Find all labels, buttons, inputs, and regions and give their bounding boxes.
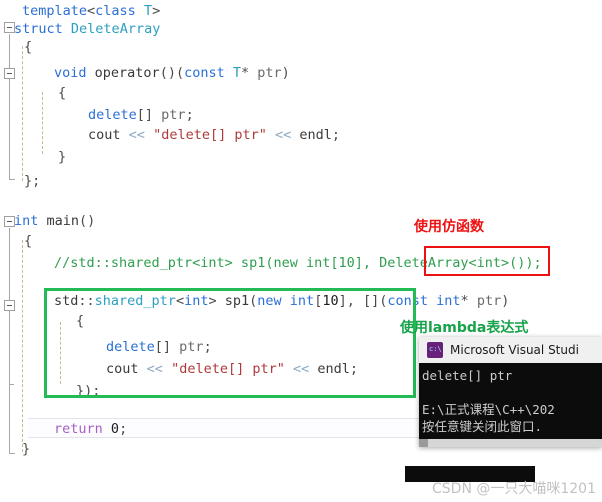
code-line-12: { (24, 233, 33, 249)
token-cout: cout (88, 127, 121, 143)
code-line-22: } (22, 441, 31, 457)
annotation-functor-label: 使用仿函数 (414, 219, 484, 235)
fold-bracket-operator (9, 80, 10, 156)
code-line-21: return 0; (54, 421, 128, 437)
fold-bracket-lambda (9, 312, 10, 384)
console-window[interactable]: Microsoft Visual Studi delete[] ptr E:\正… (419, 337, 602, 447)
token-T: T (143, 3, 153, 19)
token-ptr-3: ptr (476, 293, 502, 309)
fold-toggle-lambda[interactable] (4, 300, 15, 311)
code-line-4: void operator()(const T* ptr) (54, 65, 290, 81)
console-title-label: Microsoft Visual Studi (450, 343, 579, 357)
functor-highlight-box (424, 246, 550, 276)
console-line-1: delete[] ptr (422, 368, 513, 383)
annotation-lambda-label: 使用lambda表达式 (400, 320, 529, 336)
code-line-1: template<class T> (22, 3, 161, 19)
token-int-3: int (436, 293, 461, 309)
token-delete: delete (88, 107, 137, 123)
code-line-2: struct DeleteArray (14, 22, 160, 37)
token-zero: 0 (110, 421, 120, 437)
token-template: template (22, 3, 88, 19)
token-void: void (54, 65, 87, 81)
fold-toggle-operator[interactable] (4, 68, 15, 79)
token-T-2: T (232, 65, 241, 81)
console-title-bar[interactable]: Microsoft Visual Studi (419, 337, 602, 363)
indent-guide (42, 92, 43, 154)
code-line-11: int main() (14, 213, 96, 229)
token-ptr: ptr (257, 65, 282, 81)
code-line-8: } (58, 149, 67, 165)
token-DeleteArray: DeleteArray (70, 21, 161, 37)
lambda-highlight-box (44, 288, 416, 398)
console-line-3: E:\正式课程\C++\202 (422, 402, 555, 417)
console-line-2 (422, 384, 602, 401)
token-main: main (46, 213, 80, 229)
console-line-4: 按任意键关闭此窗口. (422, 419, 543, 434)
code-line-7: cout << "delete[] ptr" << endl; (88, 127, 341, 143)
token-class: class (95, 3, 136, 19)
fold-margin[interactable] (0, 0, 22, 470)
token-const: const (184, 65, 225, 81)
code-line-6: delete[] ptr; (88, 107, 194, 123)
code-line-5: { (58, 85, 67, 101)
indent-guide (22, 46, 23, 181)
token-return: return (54, 421, 103, 437)
console-horizontal-scrollbar[interactable] (419, 439, 602, 447)
fold-bracket-lambda-foot (9, 384, 14, 385)
code-line-3: { (24, 39, 33, 55)
token-endl: endl (299, 127, 332, 143)
csdn-watermark: CSDN @一只大喵咪1201 (432, 481, 596, 497)
indent-guide (22, 240, 23, 452)
fold-bracket-struct-foot (9, 179, 15, 180)
token-ptr-2: ptr (161, 107, 186, 123)
token-operator: operator (94, 65, 160, 81)
code-editor[interactable]: template<class T> struct DeleteArray { v… (0, 0, 602, 502)
console-output: delete[] ptr E:\正式课程\C++\202 按任意键关闭此窗口. (419, 363, 602, 447)
console-window-icon (427, 342, 443, 358)
token-string-1: "delete[] ptr" (153, 127, 267, 143)
code-line-9: }; (24, 173, 41, 189)
token-int-main: int (14, 213, 39, 229)
fold-bracket-main-foot (9, 453, 15, 454)
token-struct: struct (14, 21, 63, 37)
